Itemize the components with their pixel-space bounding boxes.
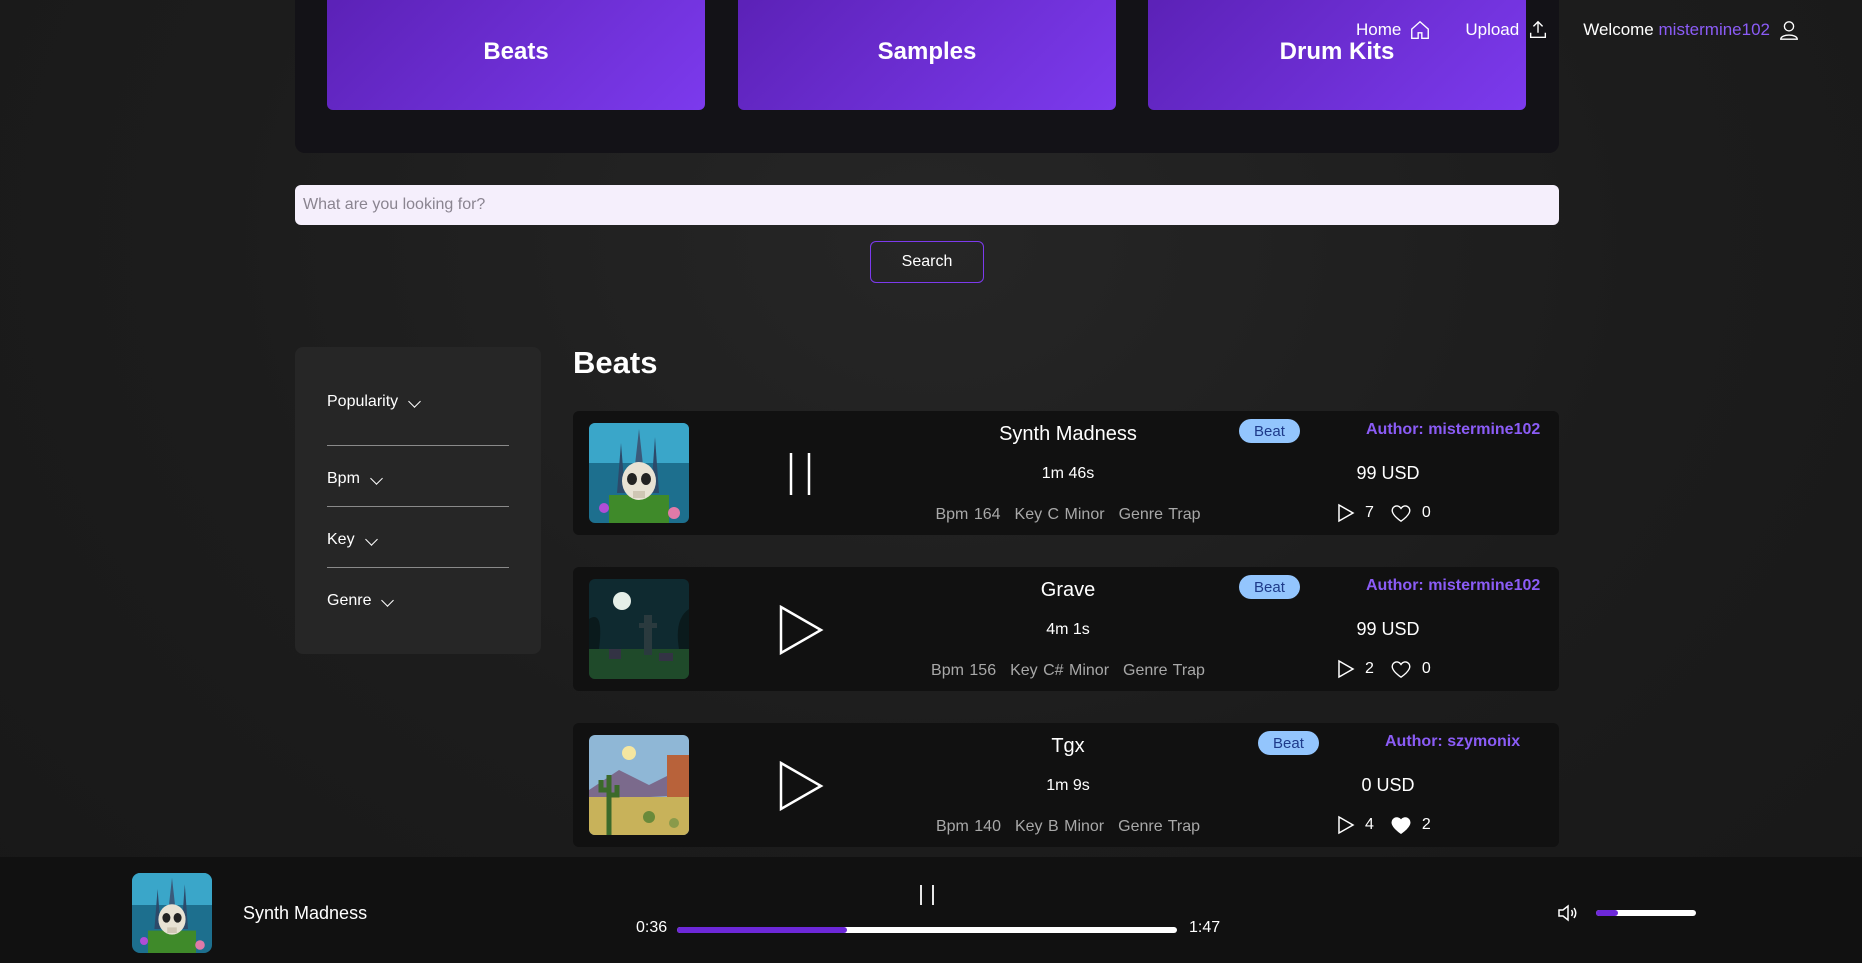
play-count-icon bbox=[1338, 503, 1355, 523]
volume-icon[interactable] bbox=[1556, 901, 1580, 925]
player-total-time: 1:47 bbox=[1189, 919, 1221, 936]
volume-slider[interactable] bbox=[1596, 910, 1696, 916]
beat-row: Grave 4m 1s Bpm 156 Key C# Minor Genre Tra… bbox=[573, 567, 1559, 691]
filter-bpm-label: Bpm bbox=[327, 470, 360, 487]
beat-likes[interactable]: 0 bbox=[1390, 503, 1431, 523]
beat-artwork[interactable] bbox=[589, 579, 689, 679]
chevron-down-icon bbox=[364, 533, 378, 546]
filters-panel: Popularity Bpm Key Genre bbox=[295, 347, 541, 654]
heart-outline-icon[interactable] bbox=[1390, 503, 1412, 523]
beat-key: Key C Minor bbox=[1014, 506, 1105, 523]
chevron-down-icon bbox=[381, 594, 395, 607]
pause-icon[interactable] bbox=[773, 447, 827, 501]
filter-genre-label: Genre bbox=[327, 592, 372, 609]
chevron-down-icon bbox=[408, 395, 422, 408]
beat-bpm: Bpm 140 bbox=[935, 818, 1001, 835]
beat-duration: 4m 1s bbox=[1046, 621, 1090, 638]
beat-title[interactable]: Synth Madness bbox=[943, 423, 1193, 446]
beat-artwork[interactable] bbox=[589, 423, 689, 523]
upload-icon bbox=[1530, 20, 1547, 39]
welcome-label: Welcome bbox=[1583, 20, 1654, 39]
player-track-title: Synth Madness bbox=[243, 903, 368, 923]
beat-stats: 2 0 bbox=[1337, 659, 1431, 679]
beat-bpm: Bpm 164 bbox=[935, 506, 1001, 523]
welcome-username: mistermine102 bbox=[1658, 20, 1771, 39]
beat-likes-count: 0 bbox=[1421, 660, 1431, 677]
category-beats-card[interactable]: Beats bbox=[327, 0, 705, 110]
beat-title[interactable]: Grave bbox=[943, 579, 1193, 602]
nav-upload-link[interactable]: Upload bbox=[1465, 19, 1549, 41]
nav-home-label: Home bbox=[1355, 20, 1402, 39]
beat-likes-count: 2 bbox=[1421, 816, 1431, 833]
beat-key: Key C# Minor bbox=[1010, 662, 1110, 679]
beat-meta: Bpm 164 Key C Minor Genre Trap bbox=[903, 506, 1233, 524]
beat-title[interactable]: Tgx bbox=[943, 735, 1193, 758]
player-artwork bbox=[132, 873, 212, 953]
beat-stats: 7 0 bbox=[1337, 503, 1431, 523]
beat-price: 99 USD bbox=[1356, 463, 1420, 483]
chevron-down-icon bbox=[370, 472, 383, 485]
welcome-text: Welcome mistermine102 bbox=[1583, 20, 1770, 40]
home-icon bbox=[1411, 20, 1430, 39]
beat-plays-count: 4 bbox=[1365, 816, 1374, 833]
heart-outline-icon[interactable] bbox=[1390, 659, 1412, 679]
nav-upload-label: Upload bbox=[1465, 20, 1520, 39]
beat-row: Synth Madness 1m 46s Bpm 164 Key C Minor G… bbox=[573, 411, 1559, 535]
search-input[interactable] bbox=[295, 185, 1559, 225]
player-progress-fill bbox=[677, 927, 847, 933]
filter-key-label: Key bbox=[327, 531, 355, 548]
category-drum-kits-card[interactable]: Drum Kits bbox=[1148, 0, 1526, 110]
player-progress-bar[interactable] bbox=[677, 927, 1177, 933]
beat-artwork[interactable] bbox=[589, 735, 689, 835]
beat-type-badge: Beat bbox=[1239, 419, 1300, 443]
play-count-icon bbox=[1338, 659, 1355, 679]
beat-plays-count: 7 bbox=[1365, 504, 1374, 521]
beat-stats: 4 2 bbox=[1337, 815, 1431, 835]
nav-profile-link[interactable]: Welcome mistermine102 bbox=[1583, 18, 1800, 42]
beat-plays-count: 2 bbox=[1365, 660, 1374, 677]
beat-key: Key B Minor bbox=[1014, 818, 1105, 835]
beat-type-badge: Beat bbox=[1239, 575, 1300, 599]
beat-likes[interactable]: 0 bbox=[1390, 659, 1431, 679]
beat-genre: Genre Trap bbox=[1118, 506, 1201, 523]
beat-duration: 1m 46s bbox=[1041, 465, 1095, 482]
heart-filled-icon[interactable] bbox=[1390, 815, 1412, 835]
search-button[interactable]: Search bbox=[870, 241, 984, 283]
top-nav: Home Upload Welcome mistermine102 bbox=[1356, 18, 1800, 42]
section-title: Beats bbox=[573, 345, 658, 380]
beat-author-link[interactable]: Author: szymonix bbox=[1385, 733, 1520, 751]
beat-plays: 4 bbox=[1337, 815, 1374, 835]
beat-type-badge: Beat bbox=[1258, 731, 1319, 755]
filter-bpm[interactable]: Bpm bbox=[327, 446, 509, 507]
beat-likes-count: 0 bbox=[1421, 504, 1431, 521]
player-current-time: 0:36 bbox=[636, 919, 668, 936]
nav-home-link[interactable]: Home bbox=[1356, 19, 1431, 41]
beat-meta: Bpm 140 Key B Minor Genre Trap bbox=[903, 818, 1233, 836]
play-icon[interactable] bbox=[773, 603, 827, 657]
beat-likes[interactable]: 2 bbox=[1390, 815, 1431, 835]
filter-key[interactable]: Key bbox=[327, 507, 509, 568]
filter-popularity[interactable]: Popularity bbox=[327, 385, 509, 446]
category-samples-card[interactable]: Samples bbox=[738, 0, 1116, 110]
beat-duration: 1m 9s bbox=[1046, 777, 1090, 794]
beat-meta: Bpm 156 Key C# Minor Genre Trap bbox=[903, 662, 1233, 680]
beat-plays: 7 bbox=[1337, 503, 1374, 523]
beat-price: 0 USD bbox=[1361, 775, 1415, 795]
beat-plays: 2 bbox=[1337, 659, 1374, 679]
play-count-icon bbox=[1338, 815, 1355, 835]
beat-genre: Genre Trap bbox=[1123, 662, 1205, 679]
beat-row: Tgx 1m 9s Bpm 140 Key B Minor Genre Trap B… bbox=[573, 723, 1559, 847]
pause-icon[interactable] bbox=[916, 883, 938, 907]
beat-author-link[interactable]: Author: mistermine102 bbox=[1366, 421, 1540, 439]
filter-genre[interactable]: Genre bbox=[327, 568, 509, 629]
beat-price: 99 USD bbox=[1356, 619, 1420, 639]
play-icon[interactable] bbox=[773, 759, 827, 813]
beat-genre: Genre Trap bbox=[1118, 818, 1201, 835]
audio-player: Synth Madness 0:36 1:47 bbox=[0, 857, 1862, 963]
beat-author-link[interactable]: Author: mistermine102 bbox=[1366, 577, 1540, 595]
filter-popularity-label: Popularity bbox=[327, 393, 399, 410]
beat-bpm: Bpm 156 bbox=[931, 662, 997, 679]
volume-fill bbox=[1596, 910, 1618, 916]
user-icon bbox=[1780, 21, 1798, 40]
